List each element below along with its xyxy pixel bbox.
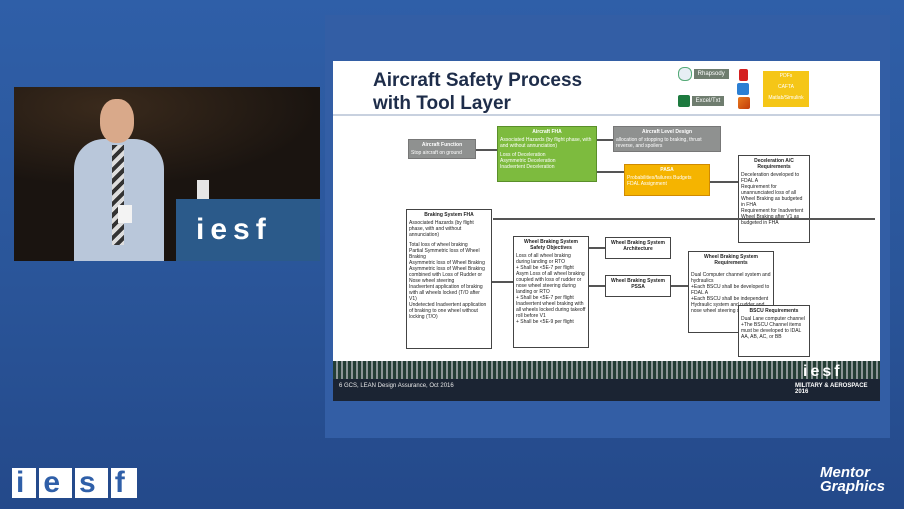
arrow [493, 218, 875, 220]
footer-caption: 6 GCS, LEAN Design Assurance, Oct 2016 [339, 383, 454, 389]
water-cup [197, 180, 209, 200]
list-item: Loss of all wheel braking during landing… [516, 253, 571, 265]
arrow [492, 281, 513, 283]
list-item: +Each BSCU shall be developed to FDAL A [691, 284, 770, 296]
pasa-box: PASA Probabilities/failures Budgets FDAL… [624, 164, 710, 196]
mentor-graphics-logo: Mentor Graphics [820, 465, 886, 495]
list-item: Dual Computer channel system and hydraul… [691, 272, 771, 284]
aircraft-level-design-box: Aircraft Level Design allocation of stop… [613, 126, 721, 152]
title-line-2: with Tool Layer [373, 93, 511, 114]
title-line-1: Aircraft Safety Process [373, 70, 583, 91]
list-item: + Shall be <5E-9 per flight [516, 319, 574, 325]
box-heading: Aircraft Level Design [641, 129, 693, 135]
list-item: Undetected Inadvertent application of br… [409, 302, 487, 320]
rhapsody-icon [678, 67, 692, 81]
wbs-pssa-box: Wheel Braking System PSSA [605, 275, 671, 297]
list-item: Inadvertent application of braking with … [409, 284, 483, 302]
logo-letter: f [110, 468, 137, 498]
arrow [589, 247, 605, 249]
rhapsody-tool: Rhapsody [678, 67, 729, 81]
rhapsody-label: Rhapsody [693, 69, 729, 79]
list-item: Deceleration developed to FDAL A [741, 172, 800, 184]
box-text: allocation of stopping to braking, thrus… [616, 137, 702, 149]
arrow [597, 139, 613, 141]
excel-tool: Excel/Txt [678, 95, 725, 107]
footer-subtitle: MILITARY & AEROSPACE 2016 [795, 383, 868, 395]
presenter-badge [118, 205, 132, 223]
list-item: Partial Symmetric loss of Wheel Braking [409, 248, 480, 260]
list-item: Requirement for Inadvertent Wheel Brakin… [741, 208, 804, 226]
excel-label: Excel/Txt [691, 96, 725, 106]
box-heading: Wheel Braking System Safety Objectives [524, 239, 578, 251]
cafta-label: CAFTA [777, 84, 795, 90]
iesf-logo: iesf [12, 466, 140, 500]
box-heading: Aircraft FHA [532, 129, 562, 135]
arrow [710, 181, 738, 183]
matlab-label: Matlab/Simulink [768, 95, 804, 101]
matlab-icon [738, 97, 750, 109]
pdf-icon [739, 69, 748, 81]
title-divider [333, 114, 880, 116]
logo-letter: e [39, 468, 73, 498]
wbs-safety-objectives-box: Wheel Braking System Safety Objectives L… [513, 236, 589, 348]
logo-letter: i [12, 468, 37, 498]
box-heading: BSCU Requirements [749, 308, 799, 314]
arrow [476, 149, 497, 151]
box-heading: Wheel Braking System PSSA [611, 278, 665, 290]
slide-footer: 6 GCS, LEAN Design Assurance, Oct 2016 i… [333, 361, 880, 401]
podium: iesf [176, 199, 320, 261]
deceleration-requirements-box: Deceleration A/C Requirements Decelerati… [738, 155, 810, 243]
box-heading: Braking System FHA [424, 212, 474, 218]
presenter-tie [112, 145, 124, 245]
mentor-line-2: Graphics [820, 478, 886, 495]
footer-logo: iesf [803, 363, 843, 380]
box-text: Associated Hazards (by flight phase, wit… [500, 137, 592, 149]
list-item: Asym Loss of all wheel braking coupled w… [516, 271, 585, 295]
presentation-slide: Aircraft Safety Process with Tool Layer … [325, 15, 890, 438]
list-item: Requirement for unannunciated loss of al… [741, 184, 803, 208]
list-item: Inadvertent wheel braking with all wheel… [516, 301, 586, 319]
stage-background [14, 87, 320, 187]
podium-logo: iesf [196, 213, 272, 246]
box-text: Associated Hazards (by flight phase, wit… [409, 220, 474, 238]
list-item: +The BSCU Channel items must be develope… [741, 322, 802, 340]
aircraft-function-box: Aircraft Function Stop aircraft on groun… [408, 139, 476, 159]
list-item: FDAL Assignment [627, 181, 667, 187]
arrow [589, 285, 605, 287]
aircraft-fha-box: Aircraft FHA Associated Hazards (by flig… [497, 126, 597, 182]
cafta-icon [737, 83, 749, 95]
wbs-architecture-box: Wheel Braking System Architecture [605, 237, 671, 259]
speaker-video: iesf [14, 87, 320, 261]
box-text: Stop aircraft on ground [411, 150, 462, 156]
box-heading: Wheel Braking System Architecture [611, 240, 665, 252]
logo-letter: s [75, 468, 108, 498]
tool-list-box: PDFs CAFTA Matlab/Simulink [763, 71, 809, 107]
bscu-requirements-box: BSCU Requirements Dual Lane computer cha… [738, 305, 810, 357]
arrow [671, 285, 688, 287]
slide-content: Aircraft Safety Process with Tool Layer … [333, 61, 880, 401]
pdfs-label: PDFs [779, 73, 793, 79]
footer-graphic [333, 361, 880, 379]
box-heading: Wheel Braking System Requirements [704, 254, 758, 266]
arrow [597, 171, 624, 173]
box-heading: PASA [660, 167, 674, 173]
presenter-head [100, 99, 134, 143]
slide-title: Aircraft Safety Process with Tool Layer [373, 69, 613, 115]
box-heading: Deceleration A/C Requirements [754, 158, 794, 170]
box-heading: Aircraft Function [421, 142, 463, 148]
list-item: Inadvertent Deceleration [500, 164, 555, 170]
list-item: Asymmetric loss of Wheel Braking combine… [409, 266, 485, 284]
excel-icon [678, 95, 690, 107]
braking-system-fha-box: Braking System FHA Associated Hazards (b… [406, 209, 492, 349]
